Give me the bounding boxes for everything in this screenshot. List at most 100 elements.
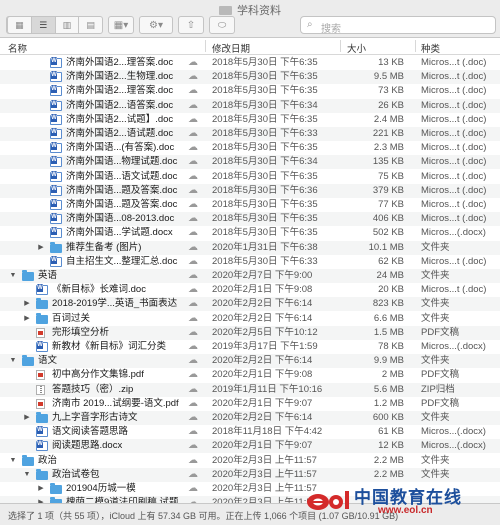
file-row[interactable]: 济南外国语...物理试题.doc ☁ 2018年5月30日 下午6:34 135 KB…	[0, 155, 500, 170]
item-size: 78 KB	[378, 341, 404, 352]
folder-row[interactable]: ▶ 推荐生备考 (图片) ☁ 2020年1月31日 下午6:38 10.1 MB 文件夹	[0, 240, 500, 255]
file-row[interactable]: 济南外国语...(有答案).doc ☁ 2018年5月30日 下午6:35 2.3 M…	[0, 141, 500, 155]
disclosure-collapsed-icon[interactable]: ▶	[22, 312, 32, 326]
file-row[interactable]: 济南外国语2...语答案.doc ☁ 2018年5月30日 下午6:34 26 KB M…	[0, 98, 500, 113]
word-doc-icon	[50, 255, 62, 267]
icon-view-icon[interactable]: ▦	[8, 17, 32, 33]
watermark: 中国教育在线 www.eol.cn	[306, 479, 496, 523]
list-view-icon[interactable]: ☰	[31, 17, 56, 33]
column-kind-header[interactable]: 种类	[421, 41, 440, 55]
item-name: 济南外国语2...语试题.doc	[66, 128, 174, 139]
folder-icon	[219, 6, 232, 15]
file-row[interactable]: 《新目标》长难词.doc ☁ 2020年2月1日 下午9:08 20 KB Micros…	[0, 283, 500, 297]
file-row[interactable]: 答题技巧（密）.zip ☁ 2019年1月11日 下午10:16 5.6 MB ZIP归…	[0, 382, 500, 397]
file-row[interactable]: 济南外国语...题及答案.doc ☁ 2018年5月30日 下午6:35 77 KB M…	[0, 198, 500, 212]
item-name: 济南外国语...(有答案).doc	[66, 142, 175, 154]
icloud-status-icon: ☁	[188, 483, 198, 494]
item-kind: 文件夹	[421, 312, 450, 324]
column-name-header[interactable]: 名称	[8, 41, 27, 55]
disclosure-collapsed-icon[interactable]: ▶	[36, 482, 46, 496]
word-doc-icon	[50, 199, 62, 210]
icloud-status-icon: ☁	[188, 454, 198, 466]
item-name: 语文	[38, 355, 58, 367]
disclosure-expanded-icon[interactable]: ▼	[8, 354, 18, 368]
disclosure-collapsed-icon[interactable]: ▶	[22, 297, 32, 311]
disclosure-collapsed-icon[interactable]: ▶	[36, 241, 46, 255]
item-kind: PDF文稿	[421, 397, 460, 409]
file-row[interactable]: 自主招生文...整理汇总.doc ☁ 2018年5月30日 下午6:33 62 KB M…	[0, 255, 500, 269]
file-row[interactable]: 济南外国语2...试题】.doc ☁ 2018年5月30日 下午6:35 2.4 MB…	[0, 113, 500, 127]
folder-row[interactable]: ▶ 百词过关 ☁ 2020年2月2日 下午6:14 6.6 MB 文件夹	[0, 312, 500, 326]
share-button[interactable]: ⇧	[178, 16, 204, 34]
search-field[interactable]: ⌕ 搜索	[300, 16, 496, 35]
folder-row[interactable]: ▼ 政治 ☁ 2020年2月3日 上午11:57 2.2 MB 文件夹	[0, 454, 500, 468]
disclosure-expanded-icon[interactable]: ▼	[8, 454, 18, 468]
icloud-status-icon: ☁	[188, 426, 198, 438]
item-name: 济南外国语...语文试题.doc	[66, 170, 178, 182]
item-date: 2019年1月11日 下午10:16	[212, 383, 323, 395]
item-size: 61 KB	[378, 426, 404, 438]
tags-button[interactable]: ⬭	[209, 16, 235, 34]
group-by-button[interactable]: ▦▾	[108, 16, 134, 34]
file-row[interactable]: 初中高分作文集锦.pdf ☁ 2020年2月1日 下午9:08 2 MB PDF文稿	[0, 368, 500, 382]
file-row[interactable]: 济南外国语2...理答案.doc ☁ 2018年5月30日 下午6:35 73 KB M…	[0, 84, 500, 98]
column-date-header[interactable]: 修改日期	[212, 41, 250, 55]
column-divider[interactable]	[205, 40, 206, 52]
disclosure-collapsed-icon[interactable]: ▶	[36, 496, 46, 503]
item-name: 初中高分作文集锦.pdf	[52, 369, 144, 381]
action-button[interactable]: ⚙▾	[139, 16, 173, 34]
gallery-view-icon[interactable]: ▤	[79, 17, 102, 33]
item-size: 600 KB	[372, 412, 404, 423]
disclosure-expanded-icon[interactable]: ▼	[8, 269, 18, 283]
file-row[interactable]: 语文阅读答题思路 ☁ 2018年11月18日 下午4:42 61 KB Micros..…	[0, 425, 500, 439]
word-doc-icon	[50, 142, 62, 154]
item-date: 2018年5月30日 下午6:36	[212, 184, 318, 196]
file-row[interactable]: 阅读题思路.docx ☁ 2020年2月1日 下午9:07 12 KB Micros..…	[0, 439, 500, 454]
item-kind: Micros...t (.doc)	[421, 284, 487, 296]
item-name: 自主招生文...整理汇总.doc	[66, 255, 178, 267]
item-kind: PDF文稿	[421, 369, 460, 381]
share-icon: ⇧	[186, 19, 196, 31]
item-kind: Micros...(.docx)	[421, 227, 486, 239]
column-divider[interactable]	[340, 40, 341, 52]
view-mode-switcher[interactable]: ▦ ☰ ▥ ▤	[7, 16, 103, 34]
column-divider[interactable]	[415, 40, 416, 52]
file-row[interactable]: 济南外国语...08-2013.doc ☁ 2018年5月30日 下午6:35 406…	[0, 212, 500, 227]
folder-row[interactable]: ▼ 英语 ☁ 2020年2月7日 下午9:00 24 MB 文件夹	[0, 269, 500, 283]
file-row[interactable]: 济南外国语2...理答案.doc ☁ 2018年5月30日 下午6:35 13 KB M…	[0, 56, 500, 70]
folder-icon	[50, 483, 62, 494]
file-row[interactable]: 济南外国语...题及答案.doc ☁ 2018年5月30日 下午6:36 379 KB…	[0, 183, 500, 198]
icloud-status-icon: ☁	[188, 170, 198, 182]
file-row[interactable]: 济南外国语...语文试题.doc ☁ 2018年5月30日 下午6:35 75 KB M…	[0, 170, 500, 184]
item-name: 完形填空分析	[52, 326, 110, 338]
file-row[interactable]: 济南外国语...学试题.docx ☁ 2018年5月30日 下午6:35 502 KB…	[0, 226, 500, 240]
icloud-status-icon: ☁	[188, 497, 198, 503]
file-row[interactable]: 济南外国语2...语试题.doc ☁ 2018年5月30日 下午6:33 221 KB…	[0, 127, 500, 141]
item-date: 2018年5月30日 下午6:33	[212, 255, 318, 267]
item-name: 济南外国语...题及答案.doc	[66, 199, 178, 210]
item-name: 济南外国语...学试题.docx	[66, 227, 173, 239]
column-view-icon[interactable]: ▥	[56, 17, 80, 33]
item-date: 2020年2月1日 下午9:07	[212, 440, 313, 452]
item-name: 济南外国语2...语答案.doc	[66, 99, 174, 111]
folder-row[interactable]: ▶ 九上字音字形古诗文 ☁ 2020年2月2日 下午6:14 600 KB 文件夹	[0, 411, 500, 425]
item-name: 《新目标》长难词.doc	[52, 284, 146, 296]
file-row[interactable]: 完形填空分析 ☁ 2020年2月5日 下午10:12 1.5 MB PDF文稿	[0, 325, 500, 340]
item-kind: 文件夹	[421, 270, 450, 281]
item-size: 1.2 MB	[373, 397, 404, 409]
item-kind: Micros...t (.doc)	[421, 85, 487, 97]
item-size: 73 KB	[378, 85, 404, 97]
word-doc-icon	[36, 341, 48, 352]
item-kind: Micros...t (.doc)	[421, 57, 487, 68]
file-row[interactable]: 新教材《新目标》词汇分类 ☁ 2019年3月17日 下午1:59 78 KB Micro…	[0, 340, 500, 354]
item-date: 2020年2月2日 下午6:14	[212, 298, 313, 310]
file-row[interactable]: 济南外国语2...生物理.doc ☁ 2018年5月30日 下午6:35 9.5 MB…	[0, 70, 500, 85]
item-name: 济南外国语2...理答案.doc	[66, 57, 174, 68]
file-row[interactable]: 济南市 2019...试纲要-语文.pdf ☁ 2020年2月1日 下午9:07 1.…	[0, 397, 500, 411]
disclosure-expanded-icon[interactable]: ▼	[22, 468, 32, 482]
folder-icon	[22, 355, 34, 367]
folder-row[interactable]: ▼ 语文 ☁ 2020年2月2日 下午6:14 9.9 MB 文件夹	[0, 354, 500, 369]
column-size-header[interactable]: 大小	[347, 41, 366, 55]
disclosure-collapsed-icon[interactable]: ▶	[22, 411, 32, 425]
folder-row[interactable]: ▶ 2018-2019学...英语_书面表达 ☁ 2020年2月2日 下午6:14 82…	[0, 297, 500, 312]
